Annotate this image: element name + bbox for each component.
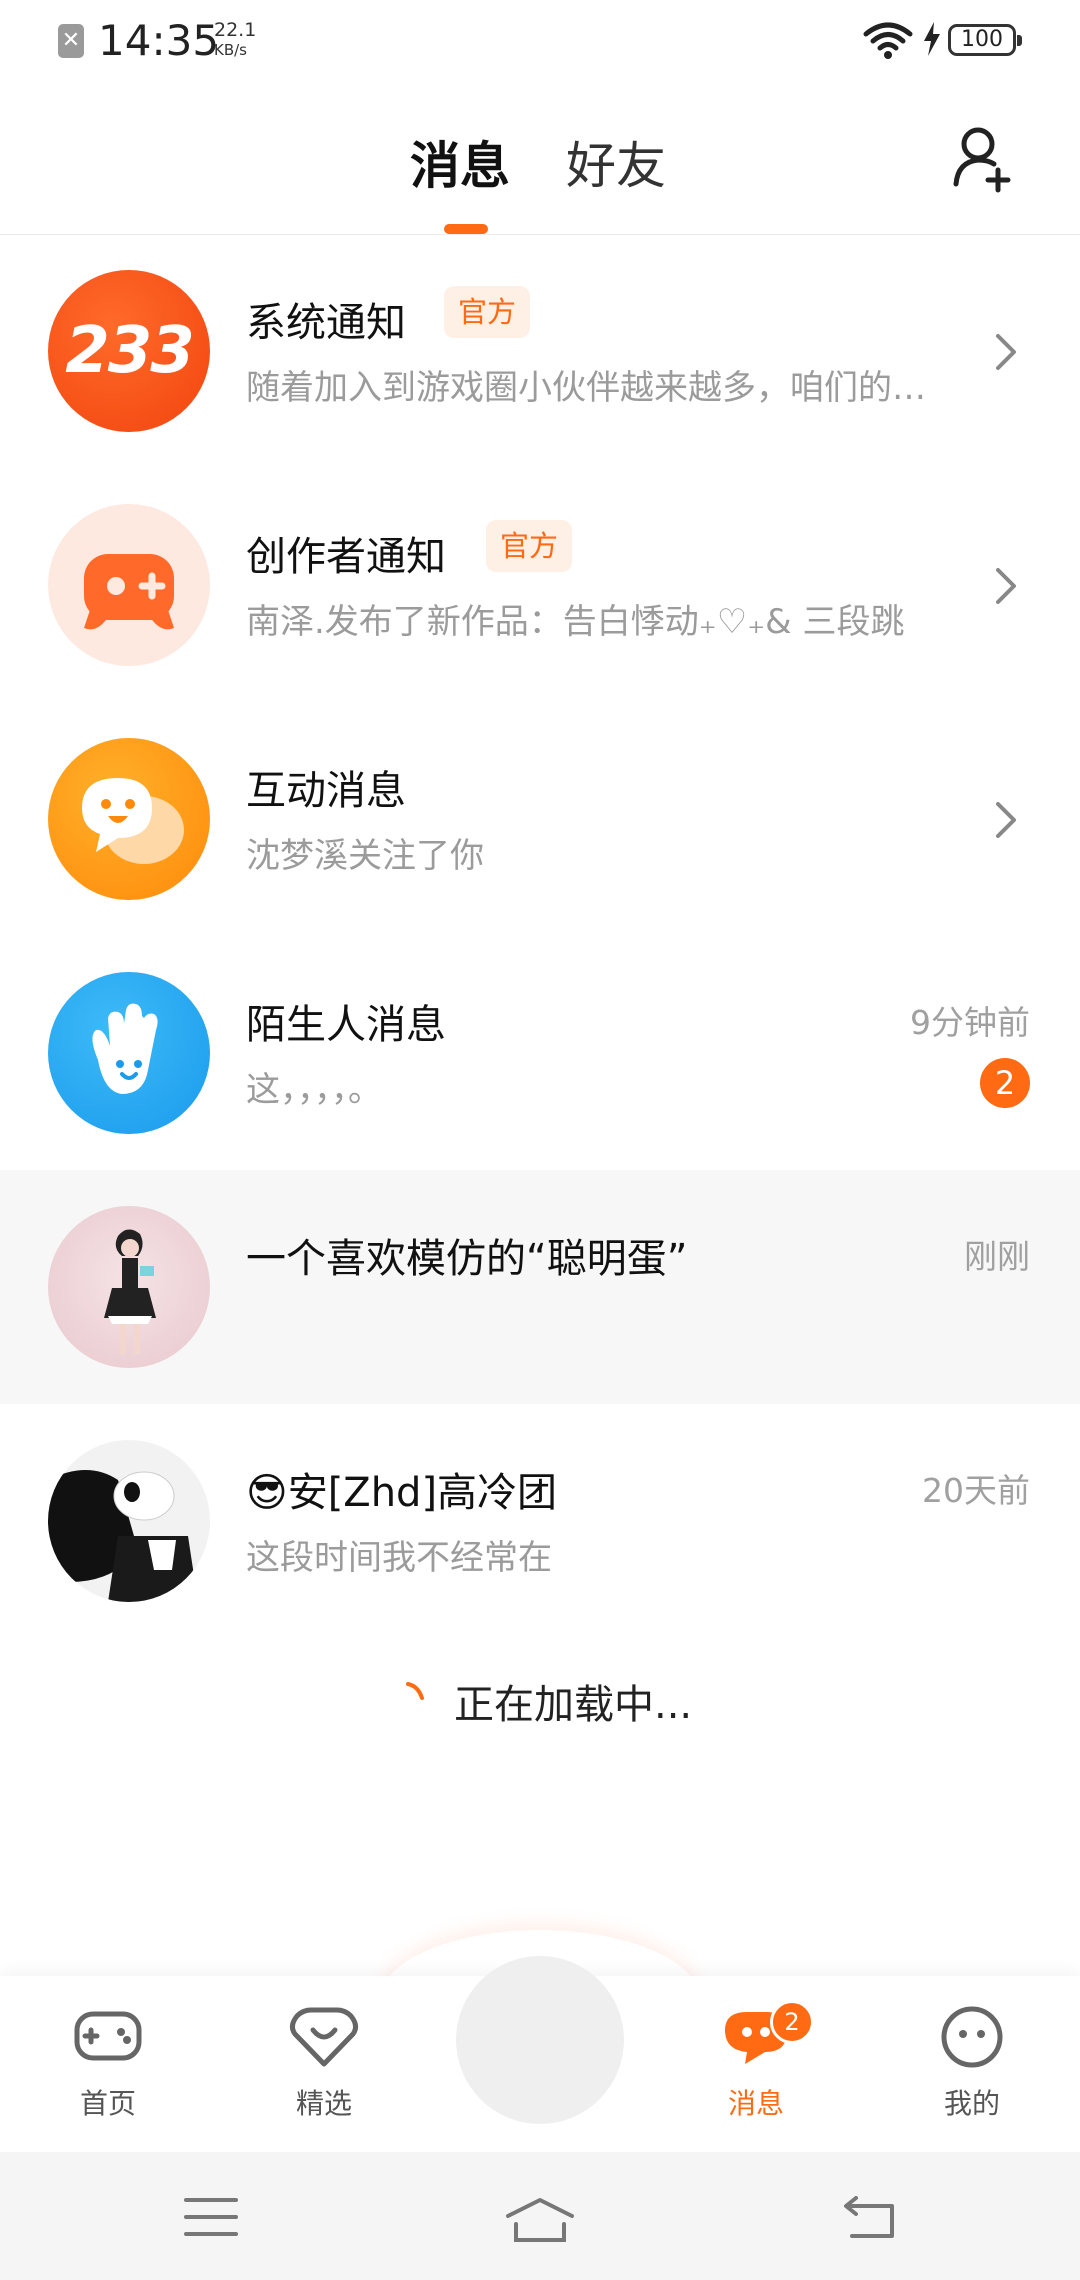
menu-icon[interactable] <box>184 2196 238 2238</box>
chat-bubbles-icon <box>82 778 184 864</box>
item-title: 互动消息 <box>246 768 406 814</box>
loading-text: 正在加载中... <box>454 1682 693 1728</box>
list-item-conversation[interactable]: 一个喜欢模仿的“聪明蛋” 刚刚 <box>0 1170 1080 1404</box>
header: 消息 好友 <box>0 86 1080 235</box>
tab-messages[interactable]: 消息 <box>410 126 510 198</box>
status-time: 14:35 <box>98 16 220 65</box>
item-subtitle: 沈梦溪关注了你 <box>246 836 484 876</box>
add-friend-icon[interactable] <box>950 124 1020 194</box>
item-title: 陌生人消息 <box>246 1002 446 1048</box>
official-badge: 官方 <box>486 520 573 572</box>
message-time: 刚刚 <box>964 1237 1030 1276</box>
item-title: 😎安[Zhd]高冷团 <box>246 1470 558 1516</box>
charging-icon <box>924 22 940 56</box>
item-title: 创作者通知 <box>246 534 446 580</box>
center-action-button[interactable] <box>456 1956 624 2124</box>
system-nav-bar <box>0 2152 1080 2280</box>
message-time: 20天前 <box>922 1471 1030 1510</box>
chevron-right-icon <box>996 802 1016 838</box>
network-speed-value: 22.1 <box>214 19 257 41</box>
nav-item-messages[interactable]: 2 消息 <box>686 1976 826 2152</box>
official-badge: 官方 <box>444 286 531 338</box>
network-speed-unit: KB/s <box>214 41 247 59</box>
network-speed: 22.1 KB/s <box>214 20 256 60</box>
nav-unread-badge: 2 <box>770 2000 814 2044</box>
list-item-interaction-messages[interactable]: 互动消息 沈梦溪关注了你 <box>0 702 1080 936</box>
chevron-right-icon <box>996 334 1016 370</box>
spinner-icon <box>406 1682 424 1700</box>
status-bar: ✕ 14:35 22.1 KB/s 100 <box>0 0 1080 86</box>
loading-indicator: 正在加载中... <box>0 1664 1080 1734</box>
nav-item-home[interactable]: 首页 <box>38 1976 178 2152</box>
item-subtitle: 随着加入到游戏圈小伙伴越来越多，咱们的… <box>246 368 926 408</box>
active-tab-indicator <box>444 224 488 234</box>
nav-label: 我的 <box>943 2087 1000 2120</box>
wave-hand-icon <box>92 1003 158 1094</box>
face-icon <box>941 2006 1003 2068</box>
notification-close-icon: ✕ <box>58 24 84 58</box>
list-item-conversation[interactable]: 😎安[Zhd]高冷团 这段时间我不经常在 20天前 <box>0 1404 1080 1638</box>
item-title: 一个喜欢模仿的“聪明蛋” <box>246 1236 688 1282</box>
user-avatar <box>48 1440 210 1602</box>
nav-label: 精选 <box>295 2087 352 2120</box>
chevron-right-icon <box>996 568 1016 604</box>
item-title: 系统通知 <box>246 300 406 346</box>
heart-diamond-icon <box>289 2007 359 2067</box>
user-avatar <box>48 1206 210 1368</box>
stranger-avatar <box>48 972 210 1134</box>
back-icon[interactable] <box>840 2196 896 2240</box>
system-notice-avatar: 233 <box>48 270 210 432</box>
panda-style-image <box>48 1470 198 1602</box>
nav-label: 消息 <box>727 2087 784 2120</box>
home-icon[interactable] <box>504 2196 576 2242</box>
interaction-avatar <box>48 738 210 900</box>
nav-label: 首页 <box>79 2087 136 2120</box>
list-item-system-notice[interactable]: 233 系统通知 官方 随着加入到游戏圈小伙伴越来越多，咱们的… <box>0 234 1080 468</box>
list-item-creator-notice[interactable]: 创作者通知 官方 南泽.发布了新作品：告白悸动₊♡₊& 三段跳 <box>0 468 1080 702</box>
list-item-stranger-messages[interactable]: 陌生人消息 这，，，，。 9分钟前 2 <box>0 936 1080 1170</box>
battery-icon: 100 <box>948 24 1022 56</box>
logo-233-text: 233 <box>65 314 195 388</box>
nav-item-profile[interactable]: 我的 <box>902 1976 1042 2152</box>
item-subtitle: 这段时间我不经常在 <box>246 1538 552 1578</box>
message-time: 9分钟前 <box>910 1003 1030 1042</box>
unread-count-badge: 2 <box>980 1058 1030 1108</box>
nav-item-featured[interactable]: 精选 <box>254 1976 394 2152</box>
item-subtitle: 这，，，，。 <box>246 1070 382 1110</box>
gamepad-icon <box>74 2011 142 2061</box>
item-subtitle: 南泽.发布了新作品：告白悸动₊♡₊& 三段跳 <box>246 602 905 642</box>
wifi-icon <box>863 22 913 59</box>
tab-friends[interactable]: 好友 <box>566 126 666 198</box>
anime-character-image <box>104 1229 156 1354</box>
creator-notice-avatar <box>48 504 210 666</box>
gamepad-icon <box>84 554 174 630</box>
